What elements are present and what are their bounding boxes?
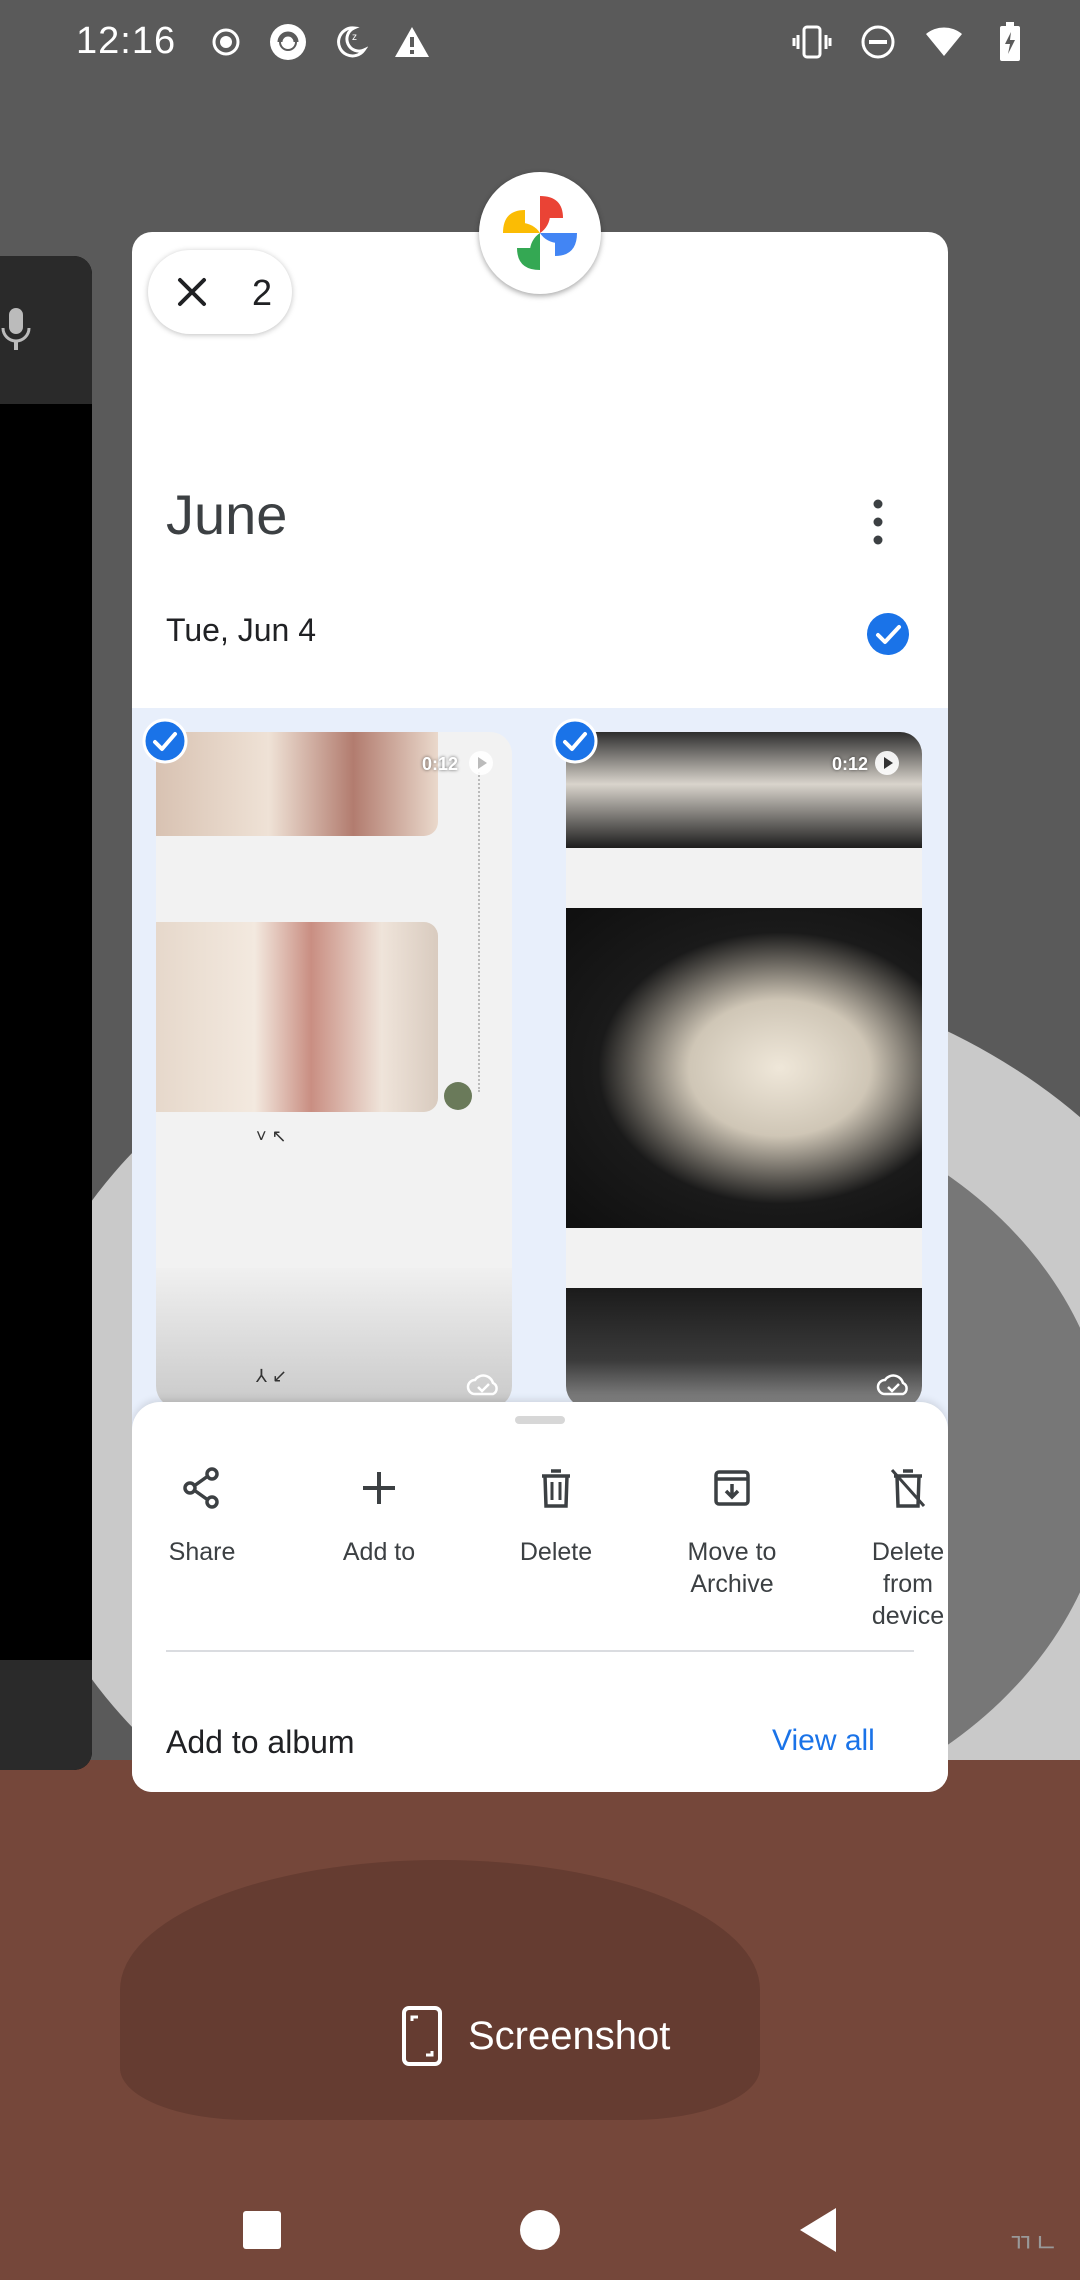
left-card-header	[0, 256, 92, 404]
delete-from-device-button[interactable]: Delete from device	[820, 1442, 948, 1632]
video-duration: 0:12	[832, 754, 869, 774]
thumbnail-image	[156, 732, 438, 836]
recents-button[interactable]	[230, 2198, 294, 2262]
close-icon[interactable]	[172, 272, 212, 312]
view-all-link[interactable]: View all	[772, 1724, 875, 1758]
status-right-icons	[792, 22, 1030, 62]
vibrate-icon	[792, 22, 832, 62]
status-bar: 12:16 z	[0, 0, 1080, 88]
warning-icon	[392, 22, 432, 62]
thumbnail-image	[566, 1288, 922, 1408]
tile-selected-check-icon[interactable]	[142, 718, 188, 764]
cloud-backup-icon	[466, 1374, 498, 1396]
screenshot-icon	[402, 2006, 442, 2066]
selection-count: 2	[252, 272, 273, 313]
add-to-album-label: Add to album	[166, 1724, 355, 1760]
video-duration: 0:12	[422, 754, 459, 774]
date-label: Tue, Jun 4	[166, 612, 317, 648]
share-button[interactable]: Share	[132, 1442, 290, 1568]
month-title: June	[166, 483, 288, 546]
back-button[interactable]	[786, 2198, 850, 2262]
thumbnail-image	[156, 922, 438, 1112]
share-icon	[183, 1467, 219, 1509]
move-to-archive-label: Move to Archive	[687, 1538, 777, 1598]
share-label: Share	[168, 1538, 236, 1566]
screenshot-button[interactable]: Screenshot	[400, 2000, 670, 2072]
wifi-icon	[924, 22, 964, 62]
tile-selected-check-icon[interactable]	[552, 718, 598, 764]
night-mode-icon: z	[330, 22, 370, 62]
delete-button[interactable]: Delete	[468, 1442, 644, 1568]
move-to-archive-button[interactable]: Move to Archive	[644, 1442, 820, 1600]
archive-icon	[714, 1470, 750, 1506]
microphone-icon	[1, 308, 31, 350]
thumbnail-image	[566, 732, 922, 848]
recents-icon	[243, 2211, 281, 2249]
svg-text:z: z	[352, 32, 357, 43]
delete-label: Delete	[519, 1538, 593, 1566]
status-left-icons: z	[206, 22, 432, 62]
avatar	[444, 1082, 472, 1110]
more-options-icon[interactable]	[858, 494, 898, 550]
photo-tile[interactable]: ˅ ↖ ⅄ ↙ 0:12	[156, 732, 512, 1408]
thumbnail-gradient	[156, 1268, 512, 1408]
left-card-footer	[0, 1660, 92, 1770]
home-icon	[520, 2210, 560, 2250]
add-to-button[interactable]: Add to	[291, 1442, 467, 1568]
do-not-disturb-icon	[858, 22, 898, 62]
back-icon	[800, 2208, 836, 2252]
thumbnail-side-text	[478, 772, 492, 1092]
play-icon	[875, 751, 899, 775]
data-saver-icon	[268, 22, 308, 62]
add-to-label: Add to	[342, 1538, 416, 1566]
status-time: 12:16	[76, 20, 177, 62]
action-row: Share Add to Delete Move to Archive Dele…	[132, 1442, 948, 1630]
record-icon	[206, 22, 246, 62]
delete-from-device-label: Delete from device	[871, 1538, 945, 1630]
play-icon	[469, 751, 493, 775]
wallpaper-figure-shade	[120, 1860, 760, 2120]
screenshot-label: Screenshot	[468, 2013, 671, 2058]
navigation-bar	[0, 2180, 1080, 2280]
home-button[interactable]	[508, 2198, 572, 2262]
battery-charging-icon	[990, 22, 1030, 62]
recent-app-card-photos[interactable]: 2 June Tue, Jun 4 ˅ ↖ ⅄ ↙ 0:12 0:12 Shar…	[132, 232, 948, 1792]
trash-icon	[542, 1469, 570, 1508]
cloud-backup-icon	[876, 1374, 908, 1396]
sheet-divider	[166, 1650, 914, 1652]
plus-icon	[363, 1472, 395, 1504]
recent-app-card-left[interactable]	[0, 256, 92, 1770]
selection-pill[interactable]: 2	[148, 250, 292, 334]
thumbnail-image	[566, 908, 922, 1228]
sheet-drag-handle[interactable]	[515, 1416, 565, 1424]
thumbnail-marks: ⅄ ↙	[256, 1366, 288, 1386]
date-select-check-icon[interactable]	[866, 612, 910, 656]
photos-app-icon[interactable]	[479, 172, 601, 294]
thumbnail-marks: ˅ ↖	[256, 1126, 287, 1146]
delete-device-icon	[890, 1469, 926, 1508]
photo-tile[interactable]: 0:12	[566, 732, 922, 1408]
